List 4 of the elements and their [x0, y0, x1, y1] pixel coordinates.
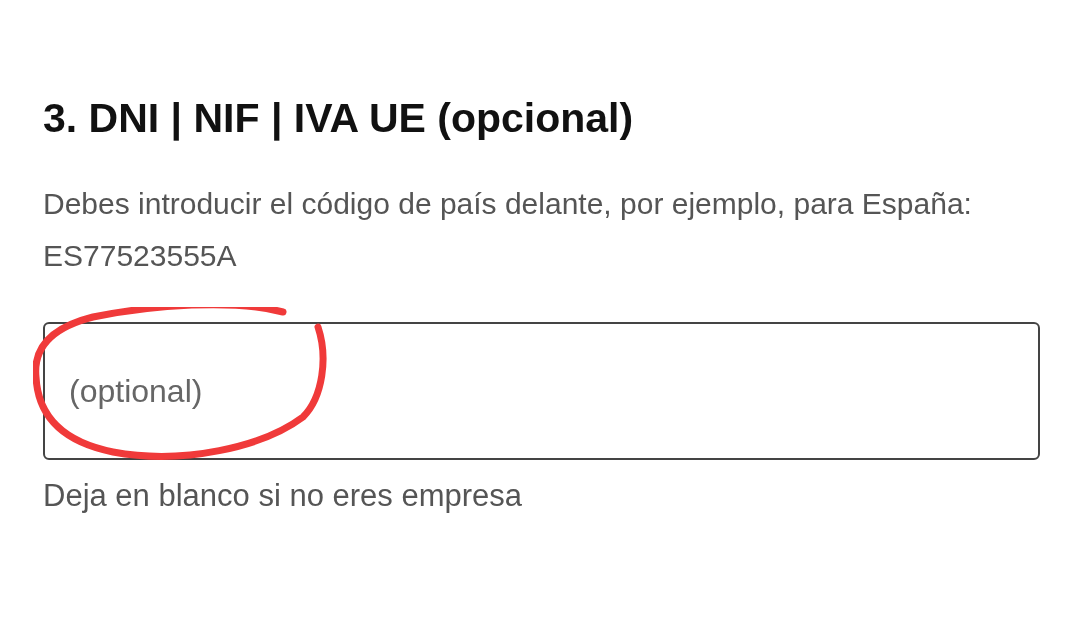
description-text: Debes introducir el código de país delante, por ejemplo, para España: ES77523555A: [43, 186, 973, 274]
helper-text: Deja en blanco si no eres empresa: [43, 477, 524, 515]
text-field[interactable]: (optional): [43, 322, 1040, 460]
section-title: 3. DNI | NIF | IVA UE (opcional): [43, 94, 635, 143]
